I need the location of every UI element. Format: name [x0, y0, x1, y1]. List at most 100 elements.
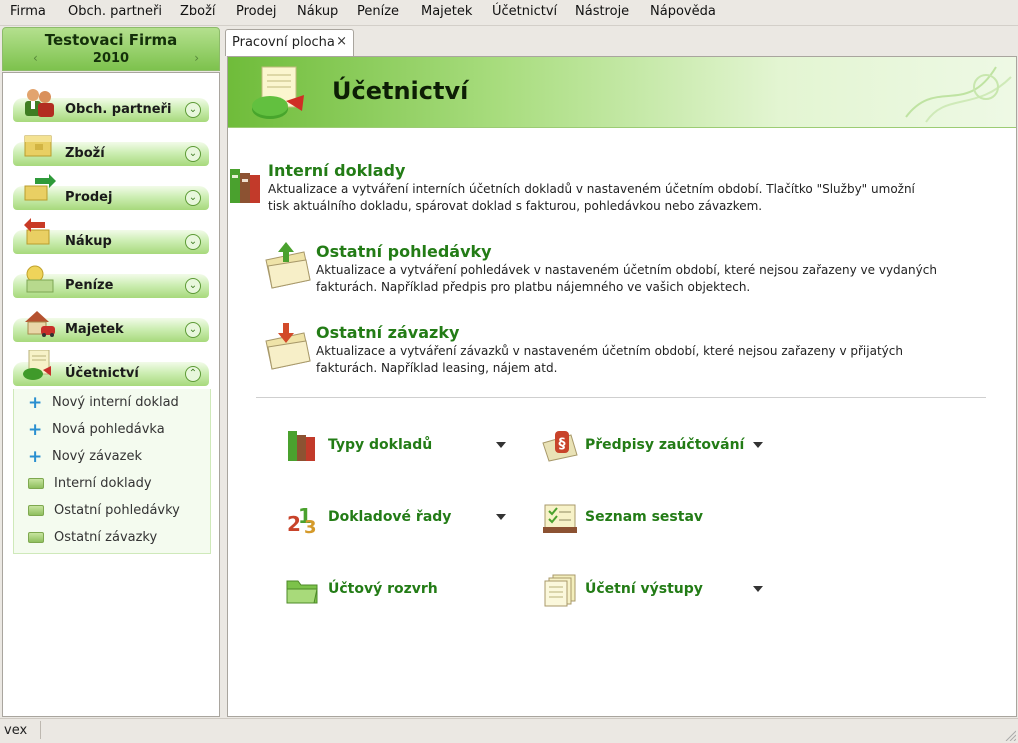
- chevron-down-icon[interactable]: ⌄: [185, 102, 201, 118]
- tool-ucetni-vystupy[interactable]: Účetní výstupy: [541, 573, 767, 607]
- binders-icon: [230, 169, 260, 203]
- folder-icon: [28, 478, 44, 489]
- status-text: vex: [4, 723, 28, 738]
- chevron-down-icon[interactable]: ⌄: [185, 190, 201, 206]
- subitem-label: Nová pohledávka: [52, 422, 165, 437]
- chevron-down-icon[interactable]: ⌄: [185, 278, 201, 294]
- company-name: Testovaci Firma: [44, 31, 178, 49]
- menu-nastroje[interactable]: Nástroje: [575, 4, 629, 19]
- section-label: Účetnictví: [65, 366, 139, 381]
- tool-label: Typy dokladů: [328, 437, 433, 453]
- partners-icon: [25, 89, 54, 117]
- menu-prodej[interactable]: Prodej: [236, 4, 277, 19]
- company-header: Testovaci Firma ‹ 2010 ›: [2, 27, 220, 71]
- menu-nakup[interactable]: Nákup: [297, 4, 338, 19]
- tab-label: Pracovní plocha: [232, 35, 335, 50]
- tool-label: Dokladové řady: [328, 509, 452, 525]
- menu-zbozi[interactable]: Zboží: [180, 4, 216, 19]
- section-label: Majetek: [65, 322, 124, 337]
- numbers-icon: 2 1 3: [287, 504, 317, 535]
- tool-predpisy-zauctovani[interactable]: § Předpisy zaúčtování: [541, 429, 767, 462]
- section-label: Zboží: [65, 146, 105, 161]
- tool-label: Seznam sestav: [585, 509, 704, 525]
- binders-icon: [288, 431, 315, 461]
- section-nakup[interactable]: Nákup ⌄: [13, 218, 209, 254]
- svg-text:§: §: [559, 436, 566, 452]
- close-icon[interactable]: ×: [336, 34, 347, 49]
- status-separator: [40, 721, 41, 739]
- resize-grip-icon[interactable]: [1004, 729, 1016, 741]
- decorative-swirl-icon: [905, 66, 1012, 123]
- section-prodej[interactable]: Prodej ⌄: [13, 174, 209, 210]
- dropdown-arrow-icon[interactable]: [753, 586, 763, 592]
- subitem-novy-zavazek[interactable]: + Nový závazek: [28, 448, 142, 467]
- rule-book-icon: §: [542, 431, 578, 462]
- module-banner: Účetnictví: [228, 57, 1016, 128]
- section-label: Obch. partneři: [65, 102, 172, 117]
- chevron-down-icon[interactable]: ⌄: [185, 234, 201, 250]
- goods-icon: [24, 135, 52, 157]
- divider: [256, 397, 986, 398]
- money-icon: [26, 265, 54, 293]
- chevron-up-icon[interactable]: ⌃: [185, 366, 201, 382]
- subitem-label: Ostatní pohledávky: [54, 503, 180, 518]
- menu-napoveda[interactable]: Nápověda: [650, 4, 716, 19]
- subitem-novy-interni-doklad[interactable]: + Nový interní doklad: [28, 392, 179, 413]
- tab-pracovni-plocha[interactable]: Pracovní plocha ×: [225, 29, 354, 56]
- folder-arrow-down-icon: [265, 323, 311, 370]
- item-description: Aktualizace a vytváření pohledávek v nas…: [316, 263, 937, 294]
- tool-label: Účtový rozvrh: [328, 581, 438, 597]
- tool-seznam-sestav[interactable]: Seznam sestav: [541, 501, 767, 533]
- section-ucetnictvi[interactable]: Účetnictví ⌃: [13, 350, 209, 386]
- dropdown-arrow-icon[interactable]: [496, 514, 506, 520]
- page-title: Účetnictví: [332, 77, 469, 105]
- tool-dokladove-rady[interactable]: 2 1 3 Dokladové řady: [284, 501, 510, 535]
- dropdown-arrow-icon[interactable]: [753, 442, 763, 448]
- documents-icon: [544, 574, 576, 607]
- section-majetek[interactable]: Majetek ⌄: [13, 311, 209, 342]
- menu-firma[interactable]: Firma: [10, 4, 46, 19]
- subitem-interni-doklady[interactable]: Interní doklady: [28, 476, 152, 494]
- menu-majetek[interactable]: Majetek: [421, 4, 472, 19]
- section-label: Peníze: [65, 278, 114, 293]
- subitem-ostatni-pohledavky[interactable]: Ostatní pohledávky: [28, 503, 180, 521]
- dropdown-arrow-icon[interactable]: [496, 442, 506, 448]
- item-description: Aktualizace a vytváření interních účetní…: [268, 182, 915, 213]
- chevron-down-icon[interactable]: ⌄: [185, 146, 201, 162]
- subitem-ostatni-zavazky[interactable]: Ostatní závazky: [28, 530, 157, 548]
- item-description: Aktualizace a vytváření závazků v nastav…: [316, 344, 903, 375]
- sales-icon: [24, 174, 56, 201]
- tool-typy-dokladu[interactable]: Typy dokladů: [284, 429, 510, 461]
- tool-label: Účetní výstupy: [585, 581, 703, 597]
- plus-icon: +: [28, 419, 43, 440]
- tool-uctovy-rozvrh[interactable]: Účtový rozvrh: [284, 573, 510, 605]
- folder-arrow-up-icon: [265, 242, 311, 289]
- folder-icon: [28, 505, 44, 516]
- menu-ucetnictvi[interactable]: Účetnictví: [492, 4, 557, 19]
- subitem-nova-pohledavka[interactable]: + Nová pohledávka: [28, 419, 165, 440]
- property-icon: [25, 311, 55, 337]
- svg-text:3: 3: [304, 517, 317, 535]
- section-penize[interactable]: Peníze ⌄: [13, 265, 209, 298]
- folder-icon: [28, 532, 44, 543]
- workspace: Účetnictví Interní doklady Aktualizace a…: [227, 56, 1017, 717]
- menu-bar: Firma Obch. partneři Zboží Prodej Nákup …: [0, 0, 1018, 26]
- subitem-label: Ostatní závazky: [54, 530, 158, 545]
- company-year: 2010: [92, 51, 130, 66]
- accounting-icon: [252, 66, 304, 119]
- purchase-icon: [24, 218, 50, 245]
- section-zbozi[interactable]: Zboží ⌄: [13, 135, 209, 166]
- menu-penize[interactable]: Peníze: [357, 4, 399, 19]
- navigation-panel: Obch. partneři ⌄ Zboží ⌄ Prodej ⌄ Nákup …: [2, 72, 220, 717]
- item-title[interactable]: Ostatní pohledávky: [316, 242, 492, 261]
- accounting-submenu: + Nový interní doklad + Nová pohledávka + N…: [13, 389, 211, 554]
- plus-icon: +: [28, 392, 43, 413]
- item-title[interactable]: Ostatní závazky: [316, 323, 459, 342]
- chevron-down-icon[interactable]: ⌄: [185, 322, 201, 338]
- menu-obch-partneri[interactable]: Obch. partneři: [68, 4, 162, 19]
- section-obch-partneri[interactable]: Obch. partneři ⌄: [13, 89, 209, 122]
- item-title[interactable]: Interní doklady: [268, 161, 405, 180]
- next-year-icon[interactable]: ›: [194, 51, 199, 65]
- subitem-label: Nový interní doklad: [52, 395, 179, 410]
- accounting-icon: [23, 350, 51, 380]
